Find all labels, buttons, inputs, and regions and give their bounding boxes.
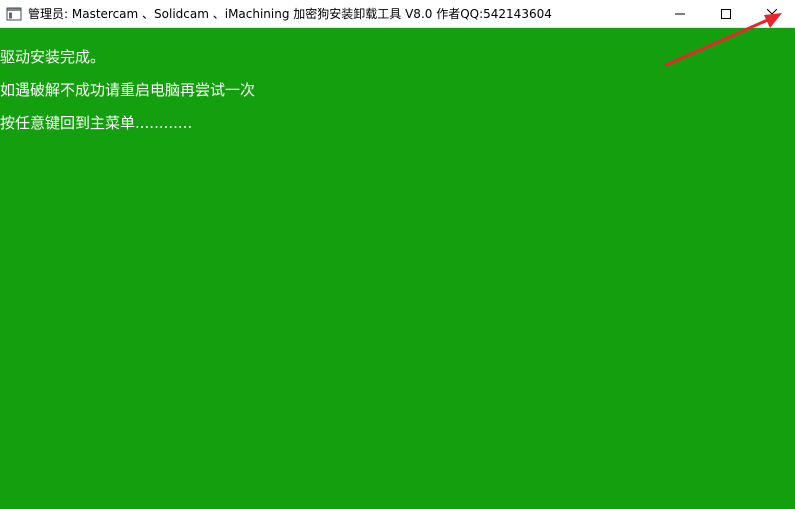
minimize-icon <box>675 13 685 14</box>
close-button[interactable] <box>749 0 795 28</box>
console-app-icon <box>6 7 22 20</box>
console-line-hint: 如遇破解不成功请重启电脑再尝试一次 <box>0 81 256 99</box>
caption-buttons <box>657 0 795 28</box>
console-window: 管理员: Mastercam 、Solidcam 、iMachining 加密狗… <box>0 0 795 509</box>
maximize-button[interactable] <box>703 0 749 28</box>
console-line-status: 驱动安装完成。 <box>0 48 106 66</box>
console-line-prompt: 按任意键回到主菜单............ <box>0 114 193 132</box>
console-output[interactable]: 驱动安装完成。 如遇破解不成功请重启电脑再尝试一次 按任意键回到主菜单.....… <box>0 28 795 509</box>
maximize-icon <box>721 8 731 19</box>
window-title: 管理员: Mastercam 、Solidcam 、iMachining 加密狗… <box>28 6 552 21</box>
minimize-button[interactable] <box>657 0 703 28</box>
close-icon <box>767 8 777 19</box>
title-bar[interactable]: 管理员: Mastercam 、Solidcam 、iMachining 加密狗… <box>0 0 795 28</box>
